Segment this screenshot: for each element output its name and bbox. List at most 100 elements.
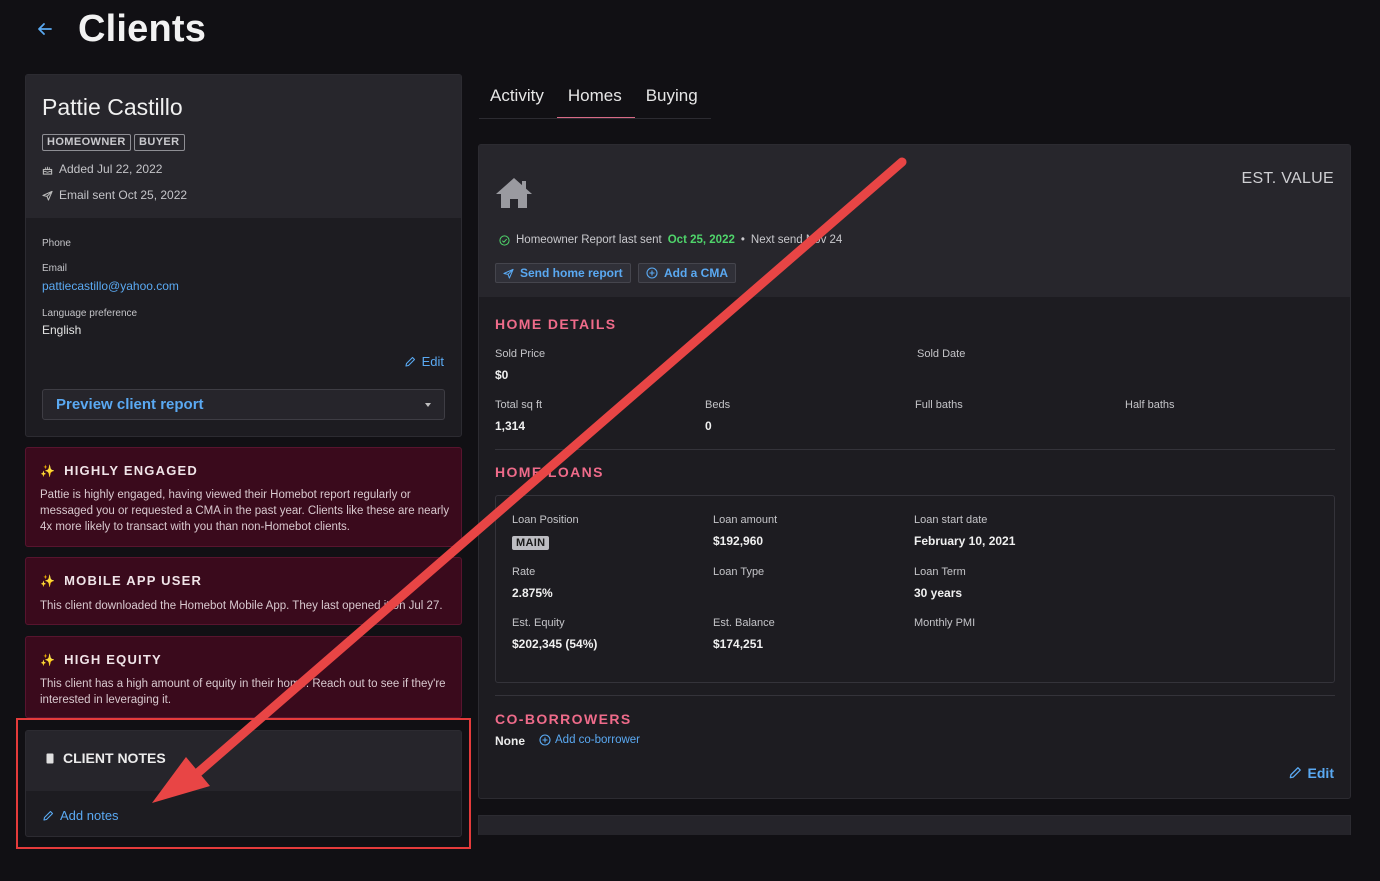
separator-dot: • — [740, 234, 745, 246]
loan-start-label: Loan start date — [914, 514, 988, 526]
send-icon — [503, 268, 514, 279]
pencil-icon — [1289, 767, 1301, 779]
insight-title-row: ✨ HIGH EQUITY — [40, 652, 162, 667]
client-name: Pattie Castillo — [42, 94, 183, 120]
pencil-icon — [43, 810, 54, 821]
report-prefix: Homeowner Report last sent — [516, 234, 662, 246]
tab-activity[interactable]: Activity — [479, 80, 557, 118]
est-value-label: EST. VALUE — [1241, 170, 1334, 187]
report-status-line: Homeowner Report last sent Oct 25, 2022 … — [499, 234, 842, 246]
coborrowers-title: CO-BORROWERS — [495, 711, 632, 727]
est-equity-value: $202,345 (54%) — [512, 637, 598, 651]
monthly-pmi-label: Monthly PMI — [914, 617, 976, 629]
add-cma-button[interactable]: Add a CMA — [638, 263, 736, 283]
cake-icon — [42, 166, 53, 175]
home-details-title: HOME DETAILS — [495, 316, 617, 332]
half-baths-label: Half baths — [1125, 399, 1175, 411]
check-circle-icon — [499, 234, 510, 246]
main-badge: MAIN — [512, 536, 550, 550]
rate-label: Rate — [512, 566, 536, 578]
sparkle-icon: ✨ — [40, 573, 57, 588]
edit-home-label: Edit — [1307, 765, 1334, 781]
insight-card-high-equity: ✨ HIGH EQUITY This client has a high amo… — [25, 636, 462, 718]
loan-amount-value: $192,960 — [713, 534, 764, 548]
add-cma-label: Add a CMA — [664, 266, 728, 280]
add-coborrower-label: Add co-borrower — [555, 734, 641, 746]
home-loans-title: HOME LOANS — [495, 464, 604, 480]
note-icon — [46, 753, 54, 763]
edit-client-label: Edit — [421, 354, 444, 369]
total-sqft-label: Total sq ft — [495, 399, 543, 411]
sparkle-icon: ✨ — [40, 463, 57, 478]
sold-price-label: Sold Price — [495, 348, 546, 360]
next-panel-edge — [478, 815, 1351, 835]
insight-title-row: ✨ MOBILE APP USER — [40, 573, 202, 588]
est-balance-label: Est. Balance — [713, 617, 775, 629]
add-notes-label: Add notes — [60, 808, 119, 823]
report-sent-date: Oct 25, 2022 — [667, 234, 735, 246]
insight-title: MOBILE APP USER — [64, 573, 203, 588]
section-divider — [495, 695, 1335, 696]
insight-title: HIGH EQUITY — [64, 652, 162, 667]
client-profile-card: Pattie Castillo HOMEOWNER BUYER Added Ju… — [25, 74, 462, 437]
sparkle-icon: ✨ — [40, 652, 57, 667]
est-equity-label: Est. Equity — [512, 617, 565, 629]
client-notes-title-row: CLIENT NOTES — [46, 750, 166, 766]
email-sent-date: Email sent Oct 25, 2022 — [59, 188, 188, 202]
next-send: Next send Nov 24 — [750, 234, 843, 246]
loan-type-label: Loan Type — [713, 566, 765, 578]
added-date-row: Added Jul 22, 2022 — [42, 162, 162, 176]
insight-title: HIGHLY ENGAGED — [64, 463, 198, 478]
plus-circle-icon — [539, 734, 551, 746]
loan-amount-label: Loan amount — [713, 514, 778, 526]
loan-term-value: 30 years — [914, 586, 963, 600]
preview-client-report-select[interactable]: Preview client report — [42, 389, 445, 420]
insight-card-mobile-app-user: ✨ MOBILE APP USER This client downloaded… — [25, 557, 462, 625]
insight-body: This client downloaded the Homebot Mobil… — [40, 600, 443, 612]
back-arrow-icon[interactable] — [34, 18, 56, 40]
rate-value: 2.875% — [512, 586, 553, 600]
loan-start-value: February 10, 2021 — [914, 534, 1016, 548]
insight-title-row: ✨ HIGHLY ENGAGED — [40, 463, 198, 478]
add-coborrower-button[interactable]: Add co-borrower — [539, 734, 640, 746]
edit-home-button[interactable]: Edit — [1288, 765, 1334, 781]
insight-body: This client has a high amount of equity … — [40, 678, 446, 706]
email-label: Email — [42, 263, 68, 274]
coborrowers-value: None — [495, 734, 525, 748]
insight-card-highly-engaged: ✨ HIGHLY ENGAGED Pattie is highly engage… — [25, 447, 462, 547]
homeowner-tag: HOMEOWNER — [42, 134, 131, 151]
added-date: Added Jul 22, 2022 — [59, 162, 163, 176]
home-panel: EST. VALUE Homeowner Report last sent Oc… — [478, 144, 1351, 799]
full-baths-label: Full baths — [915, 399, 963, 411]
page-title: Clients — [78, 8, 207, 50]
insight-body: Pattie is highly engaged, having viewed … — [40, 489, 450, 533]
send-home-report-button[interactable]: Send home report — [495, 263, 631, 283]
buyer-tag: BUYER — [134, 134, 185, 151]
phone-label: Phone — [42, 238, 71, 249]
client-notes-card: CLIENT NOTES Add notes — [25, 730, 462, 837]
house-icon — [496, 178, 532, 208]
total-sqft-value: 1,314 — [495, 419, 526, 433]
preview-client-report-label: Preview client report — [56, 396, 204, 413]
edit-client-button[interactable]: Edit — [404, 354, 444, 369]
pencil-icon — [405, 356, 415, 367]
client-tabs: Activity Homes Buying — [479, 80, 711, 119]
loan-position-label: Loan Position — [512, 514, 579, 526]
sold-price-value: $0 — [495, 368, 509, 382]
est-balance-value: $174,251 — [713, 637, 764, 651]
beds-label: Beds — [705, 399, 731, 411]
loan-position-badge: MAIN — [512, 533, 550, 551]
tab-homes[interactable]: Homes — [556, 80, 635, 118]
send-icon — [42, 190, 53, 201]
tab-buying[interactable]: Buying — [635, 80, 711, 118]
send-home-report-label: Send home report — [520, 266, 623, 280]
email-sent-row: Email sent Oct 25, 2022 — [42, 188, 187, 202]
section-divider — [495, 449, 1335, 450]
sold-date-label: Sold Date — [917, 348, 966, 360]
loan-details-box: Loan Position MAIN Loan amount $192,960 … — [495, 495, 1335, 683]
client-email-link[interactable]: pattiecastillo@yahoo.com — [42, 279, 179, 293]
add-notes-button[interactable]: Add notes — [42, 808, 119, 823]
client-notes-title: CLIENT NOTES — [63, 750, 166, 766]
beds-value: 0 — [705, 419, 712, 433]
caret-down-icon — [425, 403, 431, 407]
